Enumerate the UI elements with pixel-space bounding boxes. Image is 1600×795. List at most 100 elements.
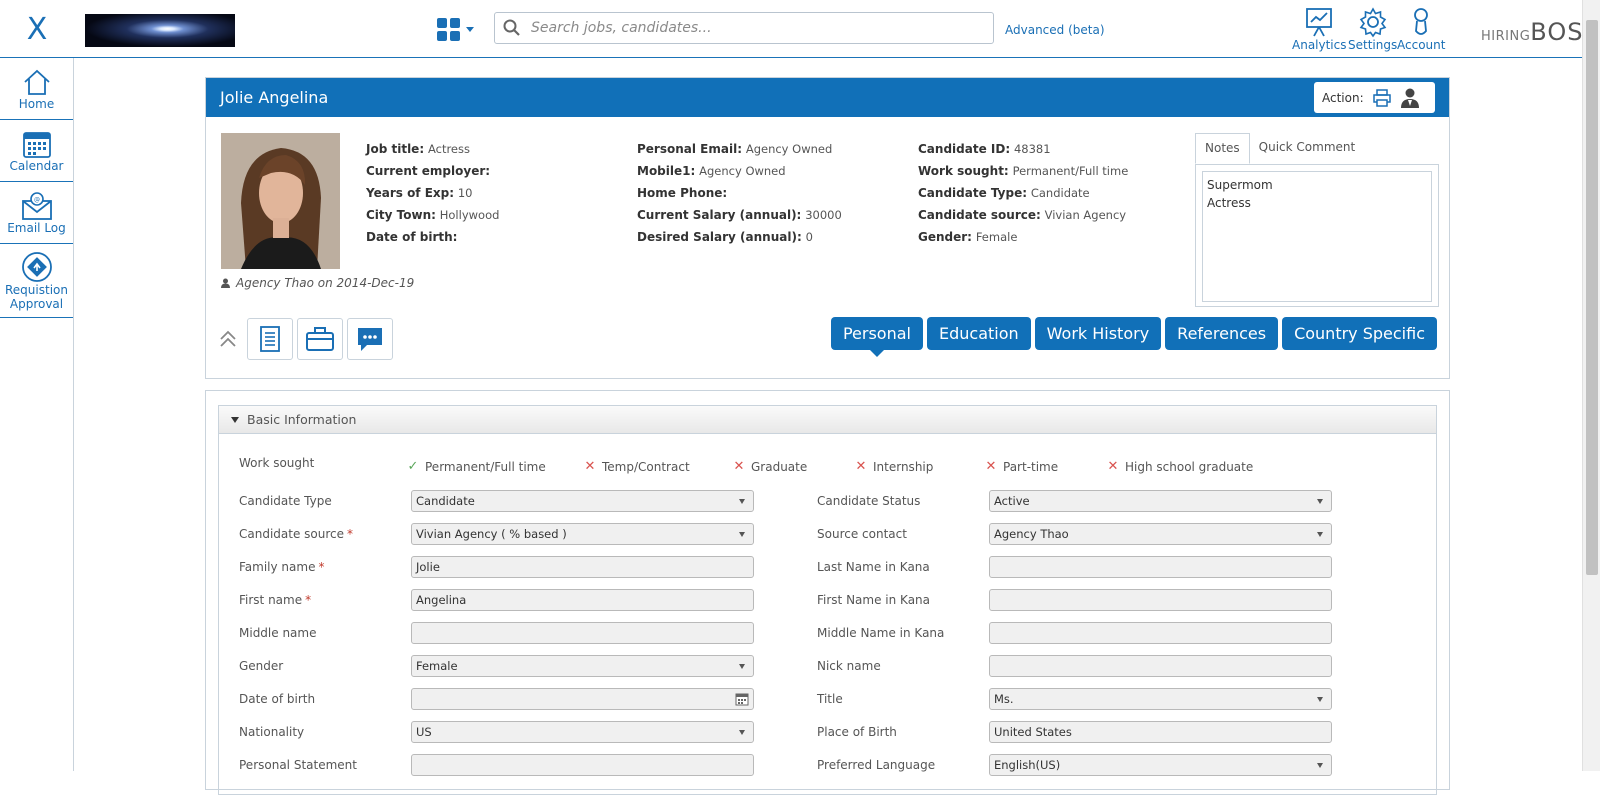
date-of-birth-input[interactable] (411, 688, 754, 710)
document-icon (260, 326, 280, 352)
notes-panel: Notes Quick Comment Supermom Actress (1195, 133, 1439, 307)
tab-notes[interactable]: Notes (1195, 133, 1250, 164)
form-row: Title Ms. (817, 688, 1332, 710)
info-row: Date of birth: (366, 230, 458, 244)
notes-textarea[interactable]: Supermom Actress (1202, 171, 1432, 302)
first-name-kana-input[interactable] (989, 589, 1332, 611)
basic-information-section: Basic Information Work sought ✓ Permanent… (218, 405, 1437, 795)
byline-text: Agency Thao on 2014-Dec-19 (236, 276, 415, 290)
form-row: Family name * Jolie (239, 556, 754, 578)
search-bar[interactable] (494, 12, 994, 44)
gender-select[interactable]: Female (411, 655, 754, 677)
field-label: Family name * (239, 560, 325, 574)
close-menu-button[interactable]: X (0, 0, 74, 58)
scrollbar-thumb[interactable] (1586, 20, 1598, 575)
account-button[interactable]: Account (1397, 6, 1445, 52)
personal-statement-input[interactable] (411, 754, 754, 776)
note-line: Supermom (1207, 178, 1273, 192)
cross-icon: ✕ (985, 459, 997, 474)
search-input[interactable] (529, 19, 969, 37)
field-label: Candidate Type (239, 494, 332, 508)
nick-name-input[interactable] (989, 655, 1332, 677)
section-header[interactable]: Basic Information (219, 406, 1436, 434)
chat-icon (358, 328, 382, 351)
settings-button[interactable]: Settings (1348, 6, 1397, 52)
work-sought-option[interactable]: ✓ Permanent/Full time (407, 459, 546, 474)
sidebar-item-requisition-approval[interactable]: Requistion Approval (0, 244, 73, 318)
form-row: Preferred Language English(US) (817, 754, 1332, 776)
place-of-birth-input[interactable]: United States (989, 721, 1332, 743)
calendar-icon (22, 131, 51, 158)
briefcase-icon (306, 327, 334, 351)
action-box: Action: (1314, 82, 1435, 113)
required-marker: * (347, 527, 354, 541)
calendar-icon[interactable] (735, 692, 749, 706)
tab-education[interactable]: Education (926, 317, 1031, 350)
field-label: Last Name in Kana (817, 560, 930, 574)
middle-name-input[interactable] (411, 622, 754, 644)
candidate-profile-icon[interactable] (1400, 87, 1420, 109)
comments-button[interactable] (347, 318, 393, 360)
tab-personal[interactable]: Personal (830, 317, 923, 357)
form-row: First name * Angelina (239, 589, 754, 611)
field-label: Preferred Language (817, 758, 936, 772)
tab-references[interactable]: References (1165, 317, 1279, 350)
preferred-language-select[interactable]: English(US) (989, 754, 1332, 776)
form-row: Candidate Status Active (817, 490, 1332, 512)
work-sought-option[interactable]: ✕ Part-time (985, 459, 1059, 474)
candidate-status-select[interactable]: Active (989, 490, 1332, 512)
resume-button[interactable] (247, 318, 293, 360)
family-name-input[interactable]: Jolie (411, 556, 754, 578)
analytics-button[interactable]: Analytics (1292, 6, 1347, 52)
candidate-name: Jolie Angelina (220, 88, 329, 107)
first-name-input[interactable]: Angelina (411, 589, 754, 611)
print-icon[interactable] (1372, 88, 1392, 108)
required-marker: * (305, 593, 312, 607)
form-row: First Name in Kana (817, 589, 1332, 611)
form-row: Candidate source * Vivian Agency ( % base… (239, 523, 754, 545)
nationality-select[interactable]: US (411, 721, 754, 743)
tab-work-history[interactable]: Work History (1034, 317, 1162, 350)
sidebar-item-label: Email Log (7, 220, 66, 235)
middle-name-kana-input[interactable] (989, 622, 1332, 644)
account-icon (1414, 8, 1429, 35)
page-scrollbar[interactable] (1582, 0, 1600, 771)
field-label: Personal Statement (239, 758, 357, 772)
form-row: Personal Statement (239, 754, 754, 776)
cross-icon: ✕ (733, 459, 745, 474)
info-row: Desired Salary (annual): 0 (637, 230, 813, 244)
source-contact-select[interactable]: Agency Thao (989, 523, 1332, 545)
work-sought-option[interactable]: ✕ Temp/Contract (584, 459, 690, 474)
info-row: Candidate Type: Candidate (918, 186, 1090, 200)
tab-country-specific[interactable]: Country Specific (1282, 317, 1437, 350)
sidebar-item-home[interactable]: Home (0, 58, 73, 120)
work-sought-option[interactable]: ✕ High school graduate (1107, 459, 1254, 474)
info-row: Job title: Actress (366, 142, 470, 156)
sidebar-item-calendar[interactable]: Calendar (0, 120, 73, 182)
sidebar-item-email-log[interactable]: @ Email Log (0, 182, 73, 244)
tab-quick-comment[interactable]: Quick Comment (1250, 133, 1365, 164)
notes-tabs: Notes Quick Comment (1195, 133, 1439, 164)
sidebar-item-label: Calendar (9, 158, 64, 173)
work-sought-option[interactable]: ✕ Internship (855, 459, 934, 474)
advanced-search-link[interactable]: Advanced (beta) (1005, 23, 1105, 37)
title-select[interactable]: Ms. (989, 688, 1332, 710)
info-row: Home Phone: (637, 186, 728, 200)
company-logo[interactable] (85, 14, 235, 47)
apps-menu-button[interactable] (437, 16, 481, 42)
collapse-chevron-icon[interactable] (219, 329, 237, 349)
jobs-button[interactable] (297, 318, 343, 360)
field-label: Date of birth (239, 692, 316, 706)
cross-icon: ✕ (855, 459, 867, 474)
info-row: Current Salary (annual): 30000 (637, 208, 842, 222)
svg-text:@: @ (34, 196, 40, 203)
info-row: Mobile1: Agency Owned (637, 164, 786, 178)
field-label: Gender (239, 659, 284, 673)
analytics-label: Analytics (1292, 38, 1347, 52)
candidate-type-select[interactable]: Candidate (411, 490, 754, 512)
section-title: Basic Information (247, 412, 357, 427)
info-row: Current employer: (366, 164, 491, 178)
last-name-kana-input[interactable] (989, 556, 1332, 578)
work-sought-option[interactable]: ✕ Graduate (733, 459, 808, 474)
candidate-source-select[interactable]: Vivian Agency ( % based ) (411, 523, 754, 545)
